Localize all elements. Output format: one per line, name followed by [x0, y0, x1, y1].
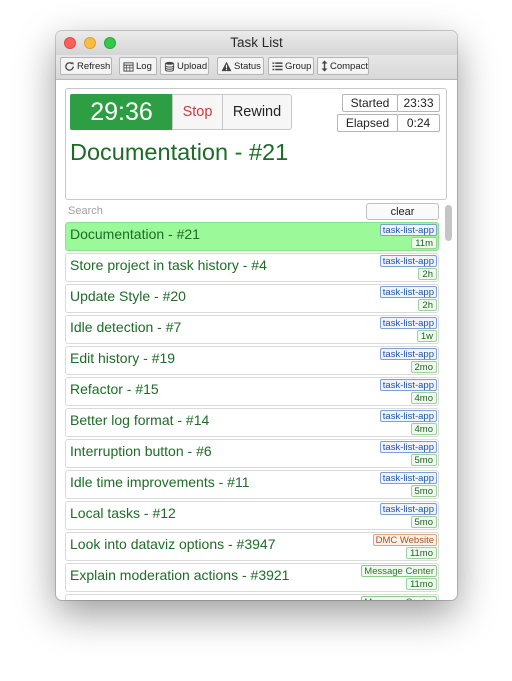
- compact-label: Compact: [330, 60, 369, 72]
- task-age-badge: 4mo: [410, 423, 437, 435]
- task-age-badge: 1w: [416, 330, 437, 342]
- log-button[interactable]: Log: [119, 57, 157, 75]
- task-age-badge: 4mo: [410, 392, 437, 404]
- status-button[interactable]: Status: [217, 57, 264, 75]
- project-tag[interactable]: DMC Website: [372, 534, 437, 546]
- project-tag[interactable]: Message Center: [361, 565, 437, 577]
- task-age-badge: 5mo: [410, 516, 437, 528]
- refresh-label: Refresh: [77, 60, 111, 72]
- project-tag[interactable]: task-list-app: [379, 410, 437, 422]
- task-row[interactable]: Better log format - #14 task-list-app 4mo: [65, 408, 439, 437]
- task-row[interactable]: Explain moderation actions - #3921 Messag…: [65, 563, 439, 592]
- task-title: Store project in task history - #4: [70, 257, 267, 273]
- calendar-icon: [123, 61, 134, 72]
- list-icon: [272, 61, 283, 70]
- rewind-button[interactable]: Rewind: [222, 94, 292, 130]
- task-title: Refactor - #15: [70, 381, 159, 397]
- project-tag[interactable]: task-list-app: [379, 286, 437, 298]
- project-tag[interactable]: task-list-app: [379, 503, 437, 515]
- task-title: Local tasks - #12: [70, 505, 176, 521]
- task-title: Idle detection - #7: [70, 319, 182, 335]
- project-tag[interactable]: task-list-app: [379, 441, 437, 453]
- group-button[interactable]: Group: [268, 57, 314, 75]
- warning-icon: [221, 61, 232, 71]
- task-age-badge: 2h: [418, 268, 437, 280]
- task-title: Edit history - #19: [70, 350, 176, 366]
- started-value: 23:33: [397, 94, 440, 112]
- task-age-badge: 11mo: [405, 547, 437, 559]
- task-title: Explain moderation actions - #3921: [70, 567, 290, 583]
- task-age-badge: 5mo: [410, 454, 437, 466]
- task-row[interactable]: Edit history - #19 task-list-app 2mo: [65, 346, 439, 375]
- task-row[interactable]: Local tasks - #12 task-list-app 5mo: [65, 501, 439, 530]
- task-title: Update Style - #20: [70, 288, 186, 304]
- search-input[interactable]: [65, 203, 366, 219]
- task-age-badge: 2h: [418, 299, 437, 311]
- log-label: Log: [136, 60, 152, 72]
- project-tag[interactable]: task-list-app: [379, 224, 437, 236]
- stop-button[interactable]: Stop: [172, 94, 223, 130]
- upload-label: Upload: [177, 60, 208, 72]
- search-row: clear: [65, 203, 439, 221]
- task-title: Documentation - #21: [70, 226, 200, 242]
- timer-panel: 29:36 Stop Rewind Started 23:33 Elapsed …: [65, 88, 447, 200]
- project-tag[interactable]: task-list-app: [379, 348, 437, 360]
- task-row[interactable]: Documentation - #21 task-list-app 11m: [65, 222, 439, 251]
- task-title: Better log format - #14: [70, 412, 210, 428]
- task-row[interactable]: Update Style - #20 task-list-app 2h: [65, 284, 439, 313]
- status-label: Status: [234, 60, 261, 72]
- project-tag[interactable]: task-list-app: [379, 379, 437, 391]
- title-bar[interactable]: Task List: [56, 31, 457, 55]
- task-row[interactable]: Indicate topics where the moder Message C…: [65, 594, 439, 600]
- project-tag[interactable]: task-list-app: [379, 255, 437, 267]
- task-row[interactable]: Idle detection - #7 task-list-app 1w: [65, 315, 439, 344]
- task-title: Look into dataviz options - #3947: [70, 536, 276, 552]
- timer-display: 29:36: [70, 94, 173, 130]
- project-tag[interactable]: task-list-app: [379, 317, 437, 329]
- task-list: Documentation - #21 task-list-app 11m Store…: [65, 222, 439, 600]
- toolbar: Refresh Log Upload Status Group Compact: [56, 55, 457, 80]
- refresh-icon: [65, 61, 74, 71]
- refresh-button[interactable]: Refresh: [60, 57, 112, 75]
- vertical-resize-icon: [321, 60, 328, 72]
- task-row[interactable]: Idle time improvements - #11 task-list-ap…: [65, 470, 439, 499]
- task-title: Indicate topics where the moder: [70, 598, 268, 600]
- task-list-window: Task List Refresh Log Upload Status Grou…: [56, 31, 457, 600]
- started-label: Started: [342, 94, 398, 112]
- task-title: Interruption button - #6: [70, 443, 212, 459]
- upload-button[interactable]: Upload: [160, 57, 209, 75]
- task-age-badge: 11mo: [405, 578, 437, 590]
- task-row[interactable]: Refactor - #15 task-list-app 4mo: [65, 377, 439, 406]
- elapsed-label: Elapsed: [337, 114, 398, 132]
- group-label: Group: [285, 60, 312, 72]
- task-age-badge: 5mo: [410, 485, 437, 497]
- scrollbar-thumb[interactable]: [445, 205, 452, 241]
- window-title: Task List: [230, 35, 283, 50]
- task-age-badge: 11m: [411, 237, 437, 249]
- task-row[interactable]: Interruption button - #6 task-list-app 5mo: [65, 439, 439, 468]
- current-task-title: Documentation - #21: [70, 139, 289, 165]
- task-title: Idle time improvements - #11: [70, 474, 250, 490]
- task-row[interactable]: Store project in task history - #4 task-l…: [65, 253, 439, 282]
- task-age-badge: 2mo: [410, 361, 437, 373]
- compact-button[interactable]: Compact: [317, 57, 369, 75]
- task-row[interactable]: Look into dataviz options - #3947 DMC Web…: [65, 532, 439, 561]
- database-icon: [164, 61, 175, 72]
- project-tag[interactable]: Message Center: [361, 596, 437, 600]
- elapsed-value: 0:24: [397, 114, 440, 132]
- project-tag[interactable]: task-list-app: [379, 472, 437, 484]
- clear-button[interactable]: clear: [366, 203, 439, 220]
